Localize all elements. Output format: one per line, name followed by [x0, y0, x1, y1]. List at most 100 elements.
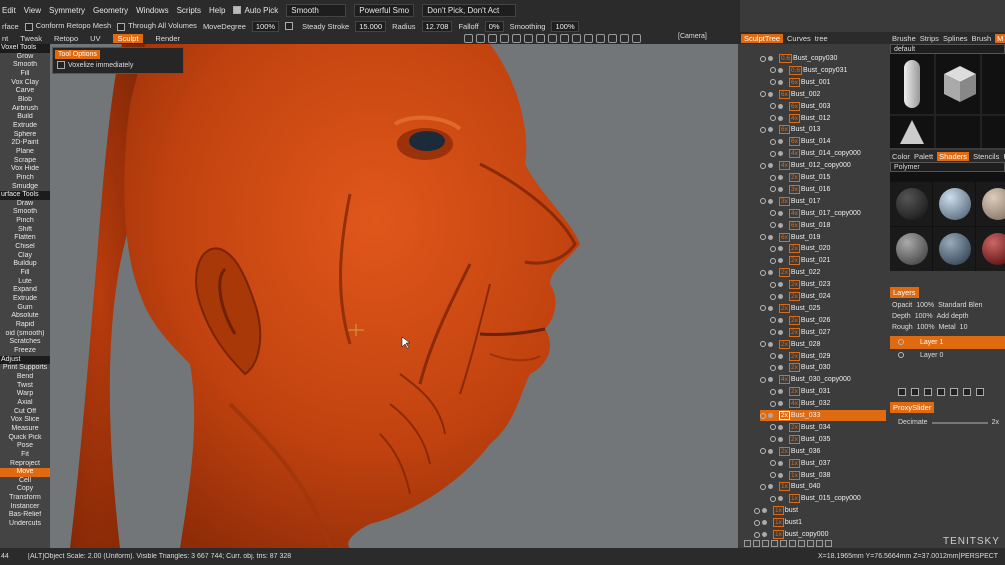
tool-item[interactable]: Vox Clay	[0, 79, 50, 88]
tab-strips[interactable]: Strips	[920, 34, 939, 43]
eye-icon[interactable]	[754, 531, 760, 538]
depth-field[interactable]: 100%	[915, 311, 933, 322]
tree-row[interactable]: 2x Bust_031	[770, 386, 886, 397]
trash-icon[interactable]	[825, 540, 832, 547]
tool-item[interactable]: Flatten	[0, 234, 50, 243]
tab-render[interactable]: Render	[155, 34, 180, 43]
eye-icon[interactable]	[754, 507, 760, 514]
tree-row[interactable]: 0.6 Bust_copy031	[770, 65, 886, 76]
eye-icon[interactable]	[770, 138, 776, 145]
tab-tweak[interactable]: Tweak	[20, 34, 42, 43]
eye-icon[interactable]	[760, 376, 766, 383]
screen-icon[interactable]	[632, 33, 641, 43]
eye-icon[interactable]	[770, 222, 776, 229]
render-icon[interactable]	[778, 175, 783, 180]
tree-row[interactable]: 2x Bust_026	[770, 315, 886, 326]
tool-item[interactable]: Absolute	[0, 312, 50, 321]
render-icon[interactable]	[762, 508, 767, 514]
eye-icon[interactable]	[770, 210, 776, 217]
tool-item[interactable]: Move	[0, 468, 50, 477]
layer-down-icon[interactable]	[950, 388, 958, 396]
grid-icon[interactable]	[500, 33, 509, 43]
tool-item[interactable]: Buildup	[0, 260, 50, 269]
render-icon[interactable]	[768, 56, 773, 61]
eye-icon[interactable]	[754, 519, 760, 526]
tab-sculpt[interactable]: Sculpt	[112, 33, 144, 43]
tree-row[interactable]: 2x Bust_030	[770, 362, 886, 373]
tree-row[interactable]: 2x Bust_034	[770, 422, 886, 433]
shader-tan[interactable]	[976, 182, 1005, 226]
eye-icon[interactable]	[760, 483, 766, 490]
eye-icon[interactable]	[760, 412, 766, 419]
render-icon[interactable]	[778, 246, 783, 252]
tab-paint[interactable]: nt	[2, 34, 8, 43]
eye-icon[interactable]	[770, 364, 776, 371]
render-icon[interactable]	[768, 234, 773, 240]
tool-item[interactable]: Smooth	[0, 208, 50, 217]
rotate-icon[interactable]	[524, 33, 533, 43]
render-icon[interactable]	[762, 532, 767, 537]
tool-item[interactable]: 2D-Paint	[0, 139, 50, 148]
brush-blank-2[interactable]	[982, 116, 1005, 148]
metal-field[interactable]: 10	[960, 322, 968, 333]
render-icon[interactable]	[768, 448, 773, 454]
conform-retopo-checkbox[interactable]	[24, 22, 33, 31]
tree-row[interactable]: 2x Bust_020	[770, 243, 886, 254]
voxelize-checkbox[interactable]	[57, 61, 65, 69]
tree-row[interactable]: 2x Bust_029	[770, 351, 886, 362]
tab-sculpt-tree[interactable]: SculptTree	[741, 33, 783, 43]
render-icon[interactable]	[768, 377, 773, 383]
tab-more[interactable]: M	[995, 33, 1005, 43]
eye-icon[interactable]	[770, 436, 776, 443]
pan-icon[interactable]	[536, 33, 545, 43]
render-icon[interactable]	[778, 401, 783, 407]
layer-up-icon[interactable]	[937, 388, 945, 396]
tool-item[interactable]: Cut Off	[0, 408, 50, 417]
render-icon[interactable]	[768, 198, 773, 204]
tab-color[interactable]: Color	[892, 152, 910, 161]
through-all-checkbox[interactable]	[117, 22, 126, 31]
tool-item[interactable]: oid (smooth)	[0, 330, 50, 339]
brush-cube[interactable]	[936, 54, 980, 114]
tool-item[interactable]: Carve	[0, 87, 50, 96]
tool-item[interactable]: Fill	[0, 269, 50, 278]
layer-folder-icon[interactable]	[911, 388, 919, 396]
depth-mode-select[interactable]: Add depth	[937, 311, 969, 322]
tree-row[interactable]: 3x Bust_017	[760, 196, 886, 207]
render-icon[interactable]	[778, 389, 783, 395]
tool-item[interactable]: Twist	[0, 382, 50, 391]
eye-icon[interactable]	[770, 79, 776, 86]
shader-steel[interactable]	[933, 227, 975, 271]
render-icon[interactable]	[778, 222, 783, 228]
brush-preset-select[interactable]: default	[890, 44, 1005, 54]
pick-mode-dropdown[interactable]: Don't Pick, Don't Act	[422, 3, 517, 17]
tab-tree[interactable]: tree	[815, 34, 828, 43]
tree-row[interactable]: 2x Bust_025	[760, 303, 886, 314]
menu-edit[interactable]: Edit	[2, 6, 16, 15]
powerful-smooth-dropdown[interactable]: Powerful Smo	[354, 3, 415, 17]
auto-pick-checkbox[interactable]	[233, 6, 242, 15]
eye-icon[interactable]	[760, 269, 766, 276]
tool-item[interactable]: Vox Slice	[0, 416, 50, 425]
eye-icon[interactable]	[770, 150, 776, 157]
tree-row[interactable]: 6x Bust_018	[770, 220, 886, 231]
tool-item[interactable]: Extrude	[0, 295, 50, 304]
menu-symmetry[interactable]: Symmetry	[49, 6, 85, 15]
proxy-slider-title[interactable]: ProxySlider	[890, 402, 935, 413]
eye-icon[interactable]	[760, 305, 766, 312]
eye-icon[interactable]	[770, 293, 776, 300]
tool-item[interactable]: Vox Hide	[0, 165, 50, 174]
tool-item[interactable]: Chisel	[0, 243, 50, 252]
layer-row-0[interactable]: Layer 0	[890, 349, 1005, 362]
camera-icon[interactable]	[620, 33, 629, 43]
eye-icon[interactable]	[760, 448, 766, 455]
eye-icon[interactable]	[770, 174, 776, 181]
viewport[interactable]	[50, 44, 738, 548]
tool-item[interactable]: Extrude	[0, 122, 50, 131]
arrows-icon[interactable]	[560, 33, 569, 43]
rough-field[interactable]: 100%	[917, 322, 935, 333]
render-icon[interactable]	[778, 329, 783, 335]
brush-blank[interactable]	[982, 54, 1005, 114]
visibility-icon[interactable]	[789, 540, 796, 547]
tool-item[interactable]: Draw	[0, 200, 50, 209]
